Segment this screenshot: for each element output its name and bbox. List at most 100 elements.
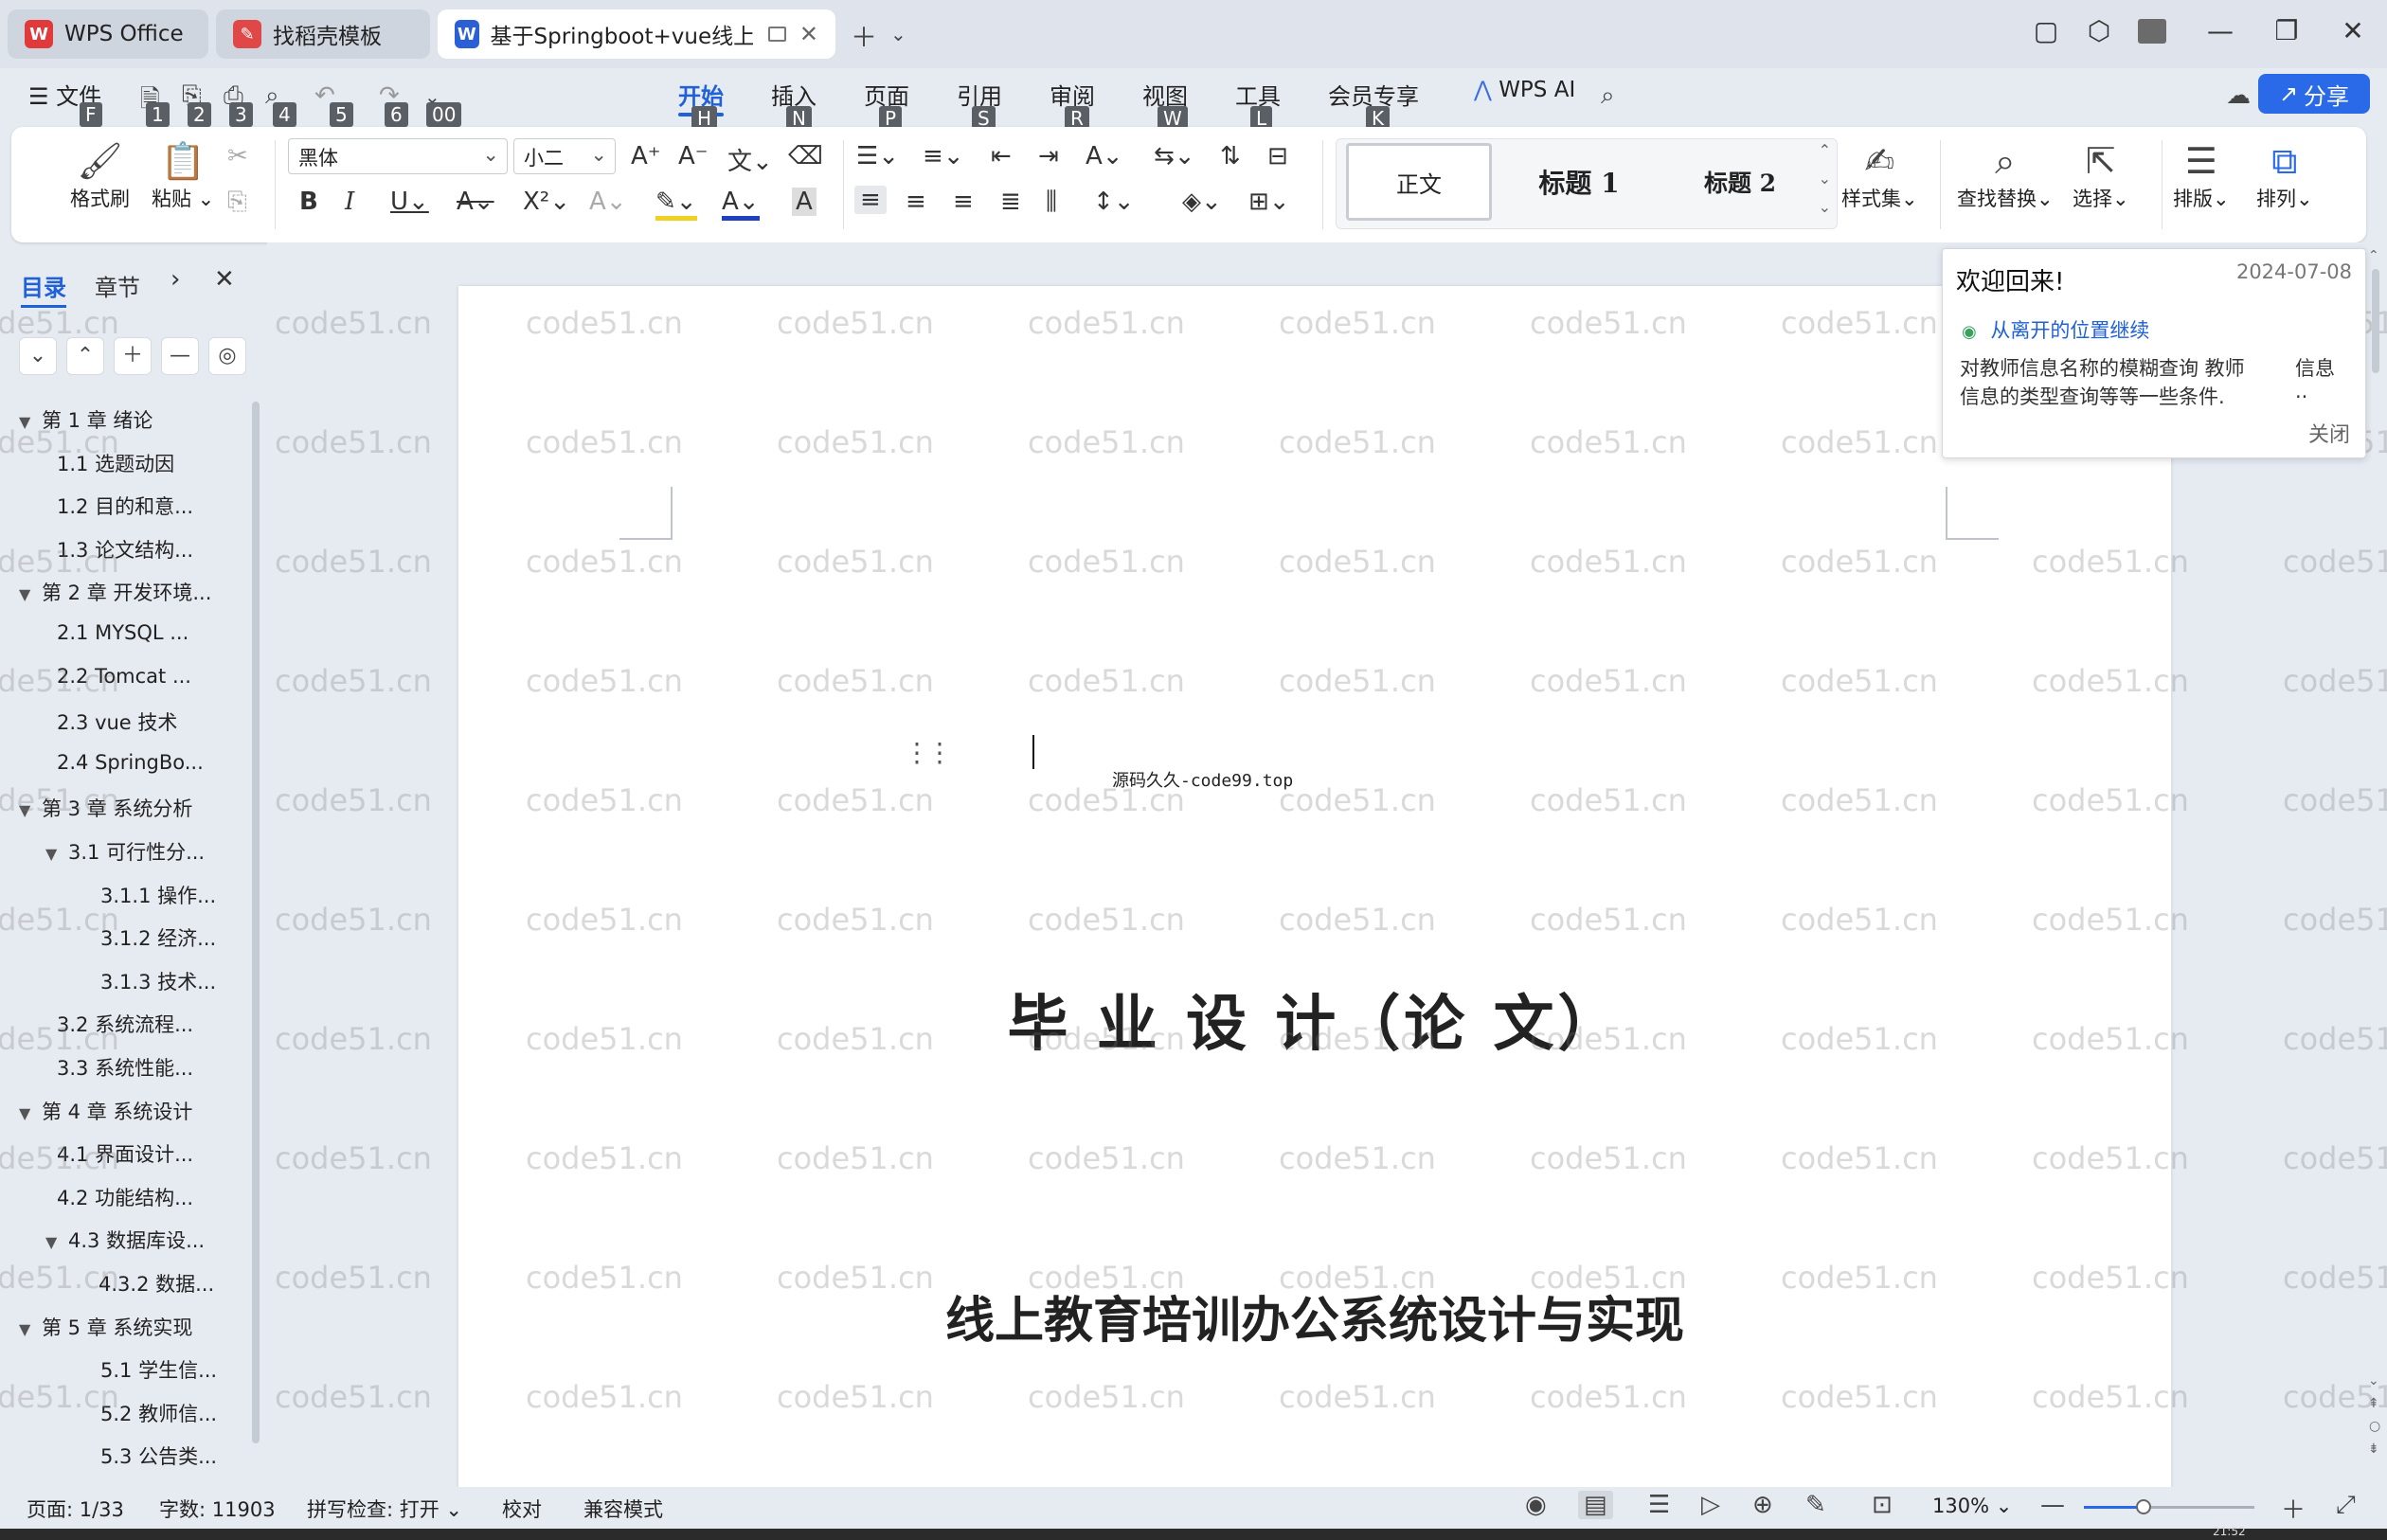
decrease-indent-icon[interactable]: ⇤ (991, 142, 1012, 170)
tab-chapter[interactable]: 章节 (95, 269, 140, 302)
page-indicator[interactable]: 页面: 1/33 (27, 1495, 124, 1523)
cut-icon[interactable]: ✂ (227, 142, 248, 170)
fit-page-icon[interactable]: ⊡ (1872, 1491, 1893, 1519)
caret-down-icon[interactable]: ▼ (19, 801, 42, 819)
convert-icon[interactable]: ⇆⌄ (1154, 142, 1195, 170)
scroll-thumb[interactable] (2372, 269, 2379, 373)
style-heading-1[interactable]: 标题 1 (1503, 143, 1655, 221)
close-icon[interactable]: ✕ (214, 265, 235, 294)
style-heading-2[interactable]: 标题 2 (1664, 143, 1816, 221)
prev-page-icon[interactable]: ⇞ (2368, 1396, 2379, 1411)
char-shading-icon[interactable]: A (792, 188, 817, 216)
close-icon[interactable]: ✕ (799, 21, 818, 47)
chevron-down-icon[interactable]: ⌄ (1819, 170, 1831, 188)
style-normal[interactable]: 正文 (1346, 143, 1492, 221)
wps-ai-button[interactable]: ⋀ WPS AI (1474, 78, 1575, 102)
pen-icon[interactable]: ✎ (1805, 1491, 1826, 1519)
zoom-slider[interactable] (2084, 1499, 2254, 1514)
shading-icon[interactable]: ◈⌄ (1182, 188, 1222, 216)
chevron-up-icon[interactable]: ⌃ (66, 337, 104, 375)
bullet-list-icon[interactable]: ☰⌄ (856, 142, 899, 170)
zoom-thumb[interactable] (2136, 1499, 2151, 1514)
eye-icon[interactable]: ◉ (1525, 1491, 1547, 1519)
text-effect-icon[interactable]: A⌄ (589, 188, 627, 216)
zoom-out-icon[interactable]: — (2040, 1491, 2065, 1519)
font-size-select[interactable]: 小二 ⌄ (513, 138, 616, 174)
chevron-down-icon[interactable]: ⌄ (890, 23, 906, 45)
chevron-up-icon[interactable]: ⌃ (1819, 141, 1831, 159)
minus-icon[interactable]: — (161, 337, 199, 375)
plus-icon[interactable]: ＋ (114, 337, 152, 375)
increase-indent-icon[interactable]: ⇥ (1038, 142, 1059, 170)
caret-down-icon[interactable]: ▼ (45, 845, 68, 863)
settings-icon[interactable]: ◎ (208, 337, 246, 375)
style-set-button[interactable]: ✍ 样式集⌄ (1841, 138, 1918, 212)
search-icon[interactable]: ⌕ (1601, 81, 1615, 111)
align-left-icon[interactable]: ≡ (854, 186, 887, 214)
numbered-list-icon[interactable]: ≡⌄ (923, 142, 964, 170)
spell-check[interactable]: 拼写检查: 打开 ⌄ (307, 1495, 462, 1523)
show-marks-icon[interactable]: ⊟ (1267, 142, 1288, 170)
cloud-icon[interactable]: ☁ (2226, 81, 2251, 110)
layout-button[interactable]: ☰ 排版⌄ (2173, 138, 2230, 212)
toc-item[interactable]: ▼ 第 1 章 绪论 (19, 405, 256, 434)
superscript-icon[interactable]: X²⌄ (523, 188, 570, 216)
shrink-font-icon[interactable]: A⁻ (678, 142, 709, 170)
resume-link[interactable]: ◉ 从离开的位置继续 (1962, 315, 2149, 344)
window-close-icon[interactable]: ✕ (2334, 15, 2372, 46)
fullscreen-icon[interactable]: ⤢ (2336, 1491, 2356, 1520)
outline-view-icon[interactable]: ☰ (1648, 1491, 1670, 1519)
window-layout-icon[interactable]: ▢ (2027, 15, 2065, 46)
format-painter-button[interactable]: 🖌 格式刷 (70, 138, 130, 212)
proofread[interactable]: 校对 (502, 1495, 542, 1523)
toc-item[interactable]: ▼ 第 5 章 系统实现 (19, 1313, 256, 1341)
sort-icon[interactable]: ⇅ (1220, 142, 1241, 170)
vertical-scrollbar[interactable]: ⌃ ⌄ ⇞ ○ ⇟ (2364, 248, 2387, 1479)
toc-item[interactable]: ▼ 第 3 章 系统分析 (19, 794, 256, 822)
caret-down-icon[interactable]: ▼ (19, 585, 42, 603)
play-icon[interactable]: ▷ (1701, 1491, 1720, 1519)
word-count[interactable]: 字数: 11903 (159, 1495, 276, 1523)
zoom-in-icon[interactable]: ＋ (2281, 1491, 2306, 1526)
web-view-icon[interactable]: ⊕ (1752, 1491, 1773, 1519)
caret-down-icon[interactable]: ▼ (19, 413, 42, 431)
font-name-select[interactable]: 黑体 ⌄ (288, 138, 508, 174)
highlight-icon[interactable]: ✎⌄ (655, 188, 697, 221)
caret-down-icon[interactable]: ▼ (45, 1233, 68, 1251)
font-color-icon[interactable]: A⌄ (722, 188, 760, 221)
scroll-down-icon[interactable]: ⌄ (2368, 1373, 2379, 1388)
expand-icon[interactable]: ⌄ (1819, 198, 1831, 216)
justify-icon[interactable]: ≣ (1000, 188, 1021, 216)
align-center-icon[interactable]: ≡ (906, 188, 926, 216)
caret-down-icon[interactable]: ▼ (19, 1320, 42, 1338)
select-button[interactable]: ⇱ 选择⌄ (2073, 138, 2129, 212)
avatar[interactable] (2133, 19, 2171, 49)
copy-icon[interactable]: ⎘ (227, 188, 247, 217)
select-browse-icon[interactable]: ○ (2369, 1419, 2380, 1434)
border-icon[interactable]: ⊞⌄ (1248, 188, 1290, 216)
tab-document[interactable]: W 基于Springboot+vue线上教育 ✕ (438, 9, 835, 59)
arrange-button[interactable]: ⧉ 排列⌄ (2256, 138, 2313, 212)
underline-icon[interactable]: U⌄ (390, 188, 429, 216)
close-button[interactable]: 关闭 (2308, 418, 2350, 448)
toc-item[interactable]: ▼ 第 2 章 开发环境... (19, 578, 256, 606)
drag-handle-icon[interactable]: ⋮⋮ (904, 737, 953, 768)
share-button[interactable]: ↗ 分享 (2258, 74, 2370, 114)
italic-icon[interactable]: I (345, 188, 354, 216)
toc-item[interactable]: ▼ 4.3 数据库设... (45, 1226, 282, 1254)
text-direction-icon[interactable]: A⌄ (1086, 142, 1123, 170)
bold-icon[interactable]: B (299, 188, 318, 216)
zoom-level[interactable]: 130% ⌄ (1932, 1495, 2012, 1517)
cube-icon[interactable]: ⬡ (2080, 15, 2118, 46)
document-page[interactable]: 源码久久-code99.top 毕 业 设 计（论 文） 线上教育培训办公系统设… (458, 286, 2171, 1487)
tab-docer[interactable]: ✎ 找稻壳模板 (216, 9, 430, 59)
chevron-down-icon[interactable]: ⌄ (19, 337, 57, 375)
scrollbar[interactable] (252, 402, 260, 1443)
phonetic-icon[interactable]: 文⌄ (727, 142, 773, 177)
restore-icon[interactable]: ❐ (2268, 15, 2306, 46)
find-replace-button[interactable]: ⌕ 查找替换⌄ (1957, 138, 2054, 212)
toc-item[interactable]: ▼ 3.1 可行性分... (45, 837, 282, 866)
scroll-up-icon[interactable]: ⌃ (2368, 248, 2379, 263)
next-page-icon[interactable]: ⇟ (2368, 1442, 2379, 1457)
toc-item[interactable]: ▼ 第 4 章 系统设计 (19, 1097, 256, 1125)
